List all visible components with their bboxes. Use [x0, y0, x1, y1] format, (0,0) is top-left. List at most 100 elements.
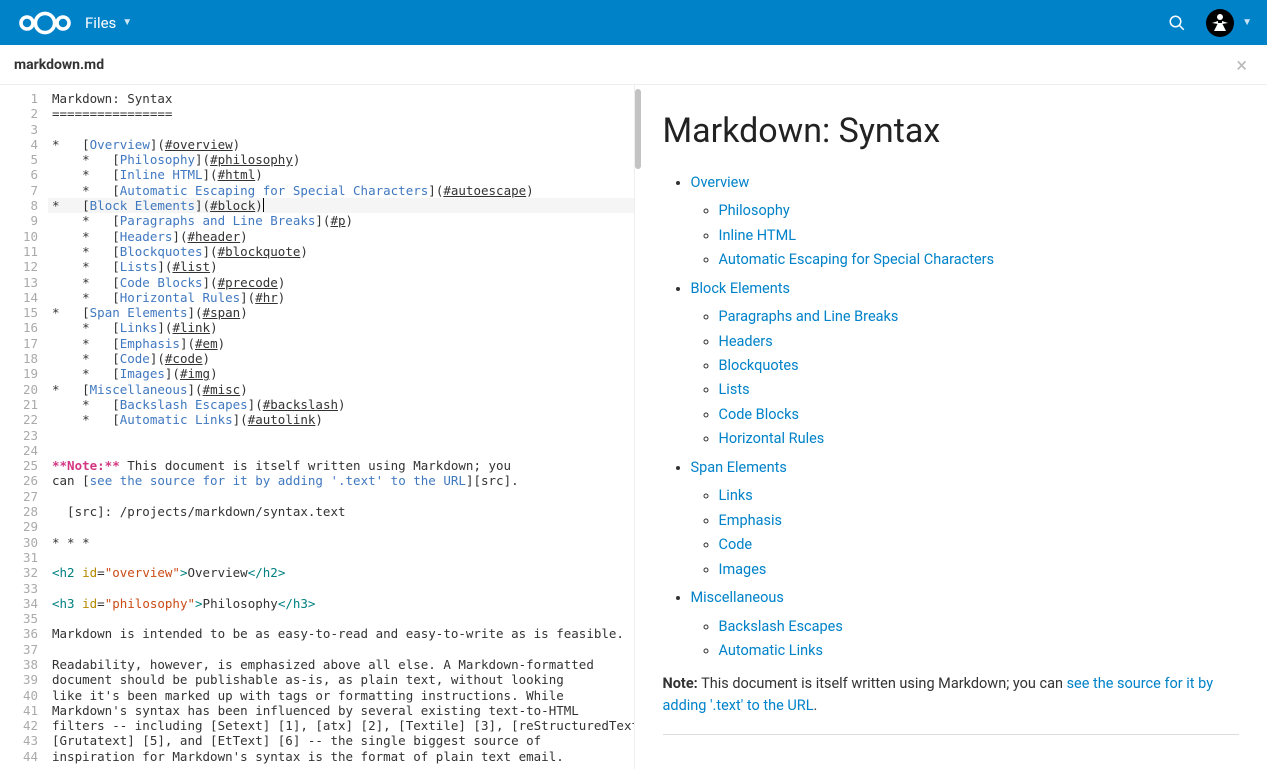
- code-line[interactable]: [48, 489, 634, 504]
- toc-subitem: Backslash Escapes: [719, 616, 1240, 638]
- line-number: 18: [0, 351, 38, 366]
- code-line[interactable]: [48, 550, 634, 565]
- code-line[interactable]: * [Links](#link): [48, 320, 634, 335]
- code-line[interactable]: ================: [48, 106, 634, 121]
- code-line[interactable]: [48, 443, 634, 458]
- code-line[interactable]: [48, 642, 634, 657]
- toc-link[interactable]: Code Blocks: [719, 406, 799, 423]
- user-avatar[interactable]: [1206, 9, 1234, 37]
- line-number: 29: [0, 519, 38, 534]
- toc-link[interactable]: Backslash Escapes: [719, 618, 843, 635]
- toc-subitem: Images: [719, 559, 1240, 581]
- code-line[interactable]: * [Code Blocks](#precode): [48, 275, 634, 290]
- code-area[interactable]: Markdown: Syntax================ * [Overv…: [48, 91, 634, 764]
- code-line[interactable]: <h2 id="overview">Overview</h2>: [48, 565, 634, 580]
- scrollbar-thumb[interactable]: [635, 89, 641, 169]
- code-line[interactable]: * [Miscellaneous](#misc): [48, 382, 634, 397]
- user-menu-caret-icon[interactable]: ▼: [1242, 17, 1252, 28]
- line-number: 11: [0, 244, 38, 259]
- line-number: 13: [0, 275, 38, 290]
- line-number: 7: [0, 183, 38, 198]
- code-line[interactable]: inspiration for Markdown's syntax is the…: [48, 749, 634, 764]
- app-menu-files[interactable]: Files ▼: [85, 14, 132, 32]
- code-line[interactable]: * [Philosophy](#philosophy): [48, 152, 634, 167]
- editor-pane[interactable]: 1234567891011121314151617181920212223242…: [0, 85, 634, 769]
- toc-link[interactable]: Automatic Links: [719, 642, 823, 659]
- line-number: 3: [0, 122, 38, 137]
- toc-link[interactable]: Span Elements: [691, 459, 787, 476]
- code-line[interactable]: <h3 id="philosophy">Philosophy</h3>: [48, 596, 634, 611]
- code-line[interactable]: * [Images](#img): [48, 366, 634, 381]
- close-icon[interactable]: ×: [1230, 53, 1253, 77]
- code-line[interactable]: * [Code](#code): [48, 351, 634, 366]
- code-line[interactable]: * [Blockquotes](#blockquote): [48, 244, 634, 259]
- toc-link[interactable]: Paragraphs and Line Breaks: [719, 308, 899, 325]
- search-icon[interactable]: [1168, 14, 1186, 32]
- toc-item: Overview Philosophy Inline HTML Automatic E…: [691, 172, 1240, 272]
- nextcloud-logo-icon[interactable]: [15, 8, 75, 38]
- toc-link[interactable]: Overview: [691, 174, 750, 191]
- code-line[interactable]: * [Span Elements](#span): [48, 305, 634, 320]
- code-line[interactable]: like it's been marked up with tags or fo…: [48, 688, 634, 703]
- code-line[interactable]: Markdown: Syntax: [48, 91, 634, 106]
- toc-link[interactable]: Lists: [719, 381, 750, 398]
- line-number: 12: [0, 259, 38, 274]
- line-number: 22: [0, 412, 38, 427]
- preview-pane[interactable]: Markdown: Syntax OverviewPhilosophyInlin…: [634, 85, 1267, 769]
- code-line[interactable]: [48, 519, 634, 534]
- note-text: This document is itself written using Ma…: [701, 675, 1066, 692]
- preview-hr: [663, 734, 1240, 735]
- code-line[interactable]: * [Automatic Escaping for Special Charac…: [48, 183, 634, 198]
- line-number: 19: [0, 366, 38, 381]
- code-line[interactable]: [src]: /projects/markdown/syntax.text: [48, 504, 634, 519]
- code-line[interactable]: [48, 122, 634, 137]
- toc-link[interactable]: Miscellaneous: [691, 589, 784, 606]
- code-line[interactable]: * [Backslash Escapes](#backslash): [48, 397, 634, 412]
- code-line[interactable]: document should be publishable as-is, as…: [48, 672, 634, 687]
- code-line[interactable]: * [Inline HTML](#html): [48, 167, 634, 182]
- code-line[interactable]: * [Headers](#header): [48, 229, 634, 244]
- note-label: Note:: [663, 675, 698, 692]
- line-number: 39: [0, 672, 38, 687]
- toc-link[interactable]: Philosophy: [719, 202, 790, 219]
- toc-link[interactable]: Links: [719, 487, 753, 504]
- code-line[interactable]: * [Block Elements](#block): [48, 198, 634, 213]
- file-name: markdown.md: [14, 57, 104, 73]
- toc-link[interactable]: Headers: [719, 333, 773, 350]
- toc-link[interactable]: Emphasis: [719, 512, 782, 529]
- code-line[interactable]: * [Paragraphs and Line Breaks](#p): [48, 213, 634, 228]
- code-line[interactable]: Readability, however, is emphasized abov…: [48, 657, 634, 672]
- code-line[interactable]: * [Lists](#list): [48, 259, 634, 274]
- preview-toc: Overview Philosophy Inline HTML Automatic E…: [663, 172, 1240, 663]
- toc-subitem: Horizontal Rules: [719, 428, 1240, 450]
- code-line[interactable]: [48, 611, 634, 626]
- code-line[interactable]: filters -- including [Setext] [1], [atx]…: [48, 718, 634, 733]
- code-line[interactable]: can [see the source for it by adding '.t…: [48, 473, 634, 488]
- toc-link[interactable]: Code: [719, 536, 753, 553]
- caret-down-icon: ▼: [122, 17, 132, 28]
- code-line[interactable]: **Note:** This document is itself writte…: [48, 458, 634, 473]
- code-line[interactable]: [48, 581, 634, 596]
- toc-link[interactable]: Block Elements: [691, 280, 790, 297]
- code-line[interactable]: [48, 428, 634, 443]
- line-number: 25: [0, 458, 38, 473]
- code-line[interactable]: Markdown's syntax has been influenced by…: [48, 703, 634, 718]
- line-number: 38: [0, 657, 38, 672]
- code-line[interactable]: * [Overview](#overview): [48, 137, 634, 152]
- toc-link[interactable]: Automatic Escaping for Special Character…: [719, 251, 995, 268]
- code-line[interactable]: * [Automatic Links](#autolink): [48, 412, 634, 427]
- toc-subitem: Code: [719, 534, 1240, 556]
- toc-link[interactable]: Inline HTML: [719, 227, 797, 244]
- line-number: 43: [0, 733, 38, 748]
- toc-subitem: Inline HTML: [719, 225, 1240, 247]
- line-number: 24: [0, 443, 38, 458]
- code-line[interactable]: * [Emphasis](#em): [48, 336, 634, 351]
- toc-item: Span Elements Links Emphasis Code Images: [691, 457, 1240, 581]
- code-line[interactable]: * [Horizontal Rules](#hr): [48, 290, 634, 305]
- toc-link[interactable]: Blockquotes: [719, 357, 799, 374]
- code-line[interactable]: [Grutatext] [5], and [EtText] [6] -- the…: [48, 733, 634, 748]
- toc-link[interactable]: Horizontal Rules: [719, 430, 825, 447]
- code-line[interactable]: * * *: [48, 535, 634, 550]
- toc-link[interactable]: Images: [719, 561, 767, 578]
- code-line[interactable]: Markdown is intended to be as easy-to-re…: [48, 626, 634, 641]
